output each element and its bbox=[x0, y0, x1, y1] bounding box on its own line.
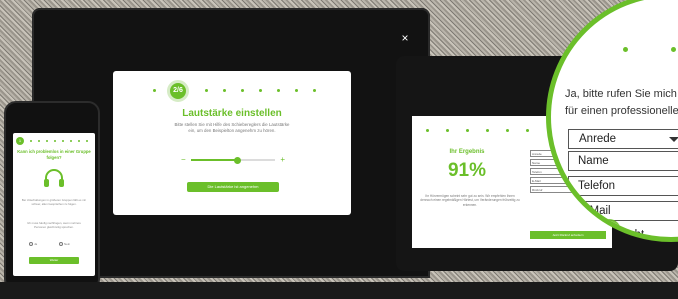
headphones-icon bbox=[44, 169, 64, 187]
phone-step-progress: 1 bbox=[16, 137, 92, 145]
step-dot bbox=[671, 47, 676, 52]
step-dot bbox=[70, 140, 72, 142]
modal-title: Lautstärke einstellen bbox=[182, 108, 282, 119]
volume-up-icon[interactable]: + bbox=[280, 156, 285, 164]
step-dot bbox=[506, 129, 509, 132]
phone-next-button[interactable]: Weiter bbox=[29, 257, 79, 264]
step-dot bbox=[313, 89, 316, 92]
email-input[interactable]: E-Mail bbox=[568, 201, 678, 221]
callback-heading-line-1: Ja, bitte rufen Sie mich bbox=[565, 88, 677, 100]
step-dot bbox=[623, 47, 628, 52]
answer-no-label: Nein bbox=[64, 242, 71, 246]
result-title: Ihr Ergebnis bbox=[449, 149, 485, 155]
phone-question-title: Kann ich problemlos in einer Gruppe folg… bbox=[17, 149, 91, 160]
chevron-down-icon[interactable] bbox=[669, 137, 678, 142]
phone-input[interactable]: Telefon bbox=[568, 176, 678, 196]
step-dot bbox=[54, 140, 56, 142]
step-dot bbox=[86, 140, 88, 142]
phone-question-text: Bei Unterhaltungen in größeren Gruppen f… bbox=[21, 198, 87, 206]
radio-icon[interactable] bbox=[59, 242, 63, 247]
callback-heading: Ja, bitte rufen Sie mich für einen profe… bbox=[565, 86, 678, 120]
step-dot bbox=[466, 129, 469, 132]
step-dot bbox=[277, 89, 280, 92]
laptop-base bbox=[0, 282, 678, 299]
close-icon[interactable]: × bbox=[400, 32, 410, 44]
answer-no[interactable]: Nein bbox=[59, 241, 70, 247]
phone-screen: 1 Kann ich problemlos in einer Gruppe fo… bbox=[13, 133, 95, 276]
slider-fill bbox=[191, 159, 238, 161]
step-dot bbox=[153, 89, 156, 92]
result-percentage: 91% bbox=[447, 160, 487, 181]
step-dot bbox=[526, 129, 529, 132]
step-dot bbox=[30, 140, 32, 142]
step-dot bbox=[38, 140, 40, 142]
step-dot bbox=[78, 140, 80, 142]
current-step-badge: 2/6 bbox=[167, 80, 189, 102]
volume-down-icon[interactable]: − bbox=[181, 156, 186, 164]
phone-step-badge: 1 bbox=[16, 137, 24, 145]
callback-heading-line-2: für einen professionelle bbox=[565, 105, 678, 117]
step-dot bbox=[62, 140, 64, 142]
step-progress: 2/6 bbox=[113, 80, 351, 102]
phone-question-text-2: Ich muss häufig nachfragen, wenn mehrere… bbox=[27, 221, 81, 229]
slider-thumb[interactable] bbox=[234, 157, 242, 164]
volume-confirm-button[interactable]: Die Lautstärke ist angenehm bbox=[187, 182, 279, 192]
salutation-dropdown[interactable]: Anrede bbox=[568, 129, 678, 149]
step-dot bbox=[295, 89, 298, 92]
phone-frame: 1 Kann ich problemlos in einer Gruppe fo… bbox=[4, 101, 100, 291]
step-dot bbox=[426, 129, 429, 132]
step-dot bbox=[446, 129, 449, 132]
step-dot bbox=[205, 89, 208, 92]
volume-slider[interactable]: − + bbox=[181, 156, 285, 164]
step-dot bbox=[223, 89, 226, 92]
answer-yes-label: Ja bbox=[34, 242, 38, 246]
result-description: Ihr Hörvermögen scheint sehr gut zu sein… bbox=[420, 194, 520, 207]
modal-description: Bitte stellen Sie mit Hilfe des Schieber… bbox=[174, 122, 290, 133]
step-dot bbox=[259, 89, 262, 92]
slider-track[interactable] bbox=[191, 157, 275, 164]
salutation-value: Anrede bbox=[579, 133, 617, 145]
step-dot bbox=[46, 140, 48, 142]
product-mockup-scene: × 2/6 Lautstärke einstellen Bitte stelle… bbox=[0, 0, 678, 299]
radio-icon[interactable] bbox=[29, 242, 33, 247]
volume-modal: 2/6 Lautstärke einstellen Bitte stellen … bbox=[113, 71, 351, 215]
phone-answer-options: Ja Nein bbox=[29, 241, 79, 247]
name-input[interactable]: Name bbox=[568, 151, 678, 171]
answer-yes[interactable]: Ja bbox=[29, 241, 37, 247]
step-dot bbox=[486, 129, 489, 132]
step-dot bbox=[241, 89, 244, 92]
